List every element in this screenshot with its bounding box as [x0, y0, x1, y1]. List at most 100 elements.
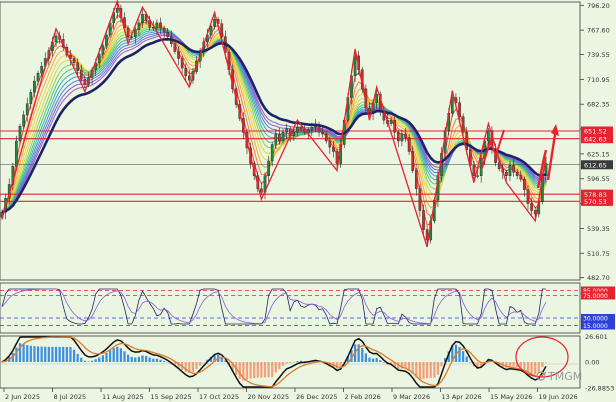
macd-bar: [163, 360, 166, 362]
macd-bar: [523, 362, 526, 369]
macd-bar: [47, 346, 50, 362]
candle-body: [188, 75, 191, 81]
macd-bar: [40, 346, 43, 362]
macd-bar: [422, 362, 425, 379]
macd-bar: [465, 356, 468, 362]
time-tick-label: 9 Mar 2026: [393, 393, 430, 401]
candle-body: [79, 70, 83, 80]
candle-body: [523, 179, 526, 190]
macd-bar: [26, 345, 29, 362]
macd-bar: [72, 349, 76, 362]
candle-body: [375, 93, 378, 103]
candle-body: [15, 140, 18, 167]
candle-body: [166, 32, 170, 37]
price-level-label: 570.53: [584, 198, 607, 206]
macd-bar: [253, 362, 256, 379]
macd-bar: [44, 346, 47, 362]
macd-bar: [537, 362, 540, 373]
time-tick-label: 2 Feb 2026: [345, 393, 381, 401]
macd-bar: [58, 346, 61, 362]
macd-bar: [371, 358, 375, 362]
candle-body: [180, 58, 184, 69]
macd-bar: [80, 357, 83, 362]
candle-body: [414, 170, 418, 189]
candle-body: [105, 34, 108, 46]
candle-body: [400, 133, 404, 142]
macd-bar: [105, 352, 108, 362]
macd-bar: [335, 362, 339, 369]
candle-body: [487, 130, 490, 142]
macd-bar: [274, 362, 277, 373]
macd-bar: [339, 362, 342, 367]
candle-body: [33, 80, 36, 93]
candle-body: [530, 203, 533, 211]
macd-bar: [379, 360, 382, 362]
price-level-label: 612.65: [584, 161, 607, 169]
candle-body: [159, 22, 162, 29]
candle-body: [76, 62, 79, 71]
candle-body: [133, 29, 137, 37]
macd-tick-label: 26.601: [585, 333, 608, 341]
macd-bar: [29, 345, 32, 362]
macd-bar: [281, 362, 285, 366]
candle-body: [321, 132, 324, 135]
macd-bar: [65, 346, 68, 362]
candle-body: [296, 126, 299, 133]
candle-body: [162, 27, 166, 33]
candle-body: [220, 23, 224, 37]
macd-bar: [512, 362, 515, 367]
price-tick-label: 482.70: [587, 274, 610, 282]
candle-body: [281, 132, 285, 142]
candle-body: [422, 210, 425, 230]
candle-body: [407, 137, 411, 152]
candle-body: [418, 188, 422, 211]
macd-bar: [166, 362, 169, 363]
macd-bar: [260, 362, 263, 378]
macd-bar: [36, 346, 40, 362]
macd-bar: [462, 351, 465, 362]
candle-body: [515, 172, 519, 176]
macd-bar: [116, 346, 119, 362]
candle-body: [155, 22, 159, 29]
macd-bar: [148, 357, 151, 362]
macd-bar: [418, 362, 422, 380]
macd-bar: [130, 356, 133, 362]
candle-body: [83, 79, 87, 85]
macd-bar: [436, 362, 440, 375]
macd-bar: [519, 362, 522, 368]
candle-body: [310, 126, 314, 130]
candle-body: [508, 165, 512, 176]
candle-body: [274, 133, 278, 145]
price-tick-label: 510.75: [587, 250, 610, 258]
macd-bar: [267, 362, 270, 378]
candle-body: [519, 175, 523, 180]
candle-body: [72, 58, 76, 64]
macd-bar: [54, 346, 58, 362]
time-tick-label: 11 Aug 2025: [102, 393, 144, 401]
candle-body: [173, 43, 177, 52]
price-tick-label: 739.55: [587, 51, 610, 59]
macd-bar: [159, 359, 162, 362]
candle-body: [115, 7, 119, 13]
macd-bar: [544, 362, 548, 363]
macd-bar: [199, 362, 202, 366]
macd-bar: [33, 346, 36, 362]
candle-body: [472, 165, 476, 176]
candle-body: [328, 140, 332, 148]
price-tick-label: 767.60: [587, 27, 610, 35]
macd-bar: [144, 355, 148, 362]
candle-body: [213, 19, 216, 27]
macd-bar: [195, 362, 198, 370]
candle-body: [526, 189, 530, 204]
macd-bar: [292, 362, 295, 363]
macd-bar: [119, 348, 123, 362]
macd-bar: [152, 358, 155, 362]
macd-bar: [141, 355, 144, 362]
macd-bar: [429, 362, 432, 378]
macd-bar: [94, 359, 97, 362]
candle-body: [54, 35, 58, 43]
macd-bar: [375, 357, 378, 362]
candle-body: [393, 119, 397, 133]
candle-body: [285, 128, 288, 133]
macd-bar: [137, 356, 141, 362]
